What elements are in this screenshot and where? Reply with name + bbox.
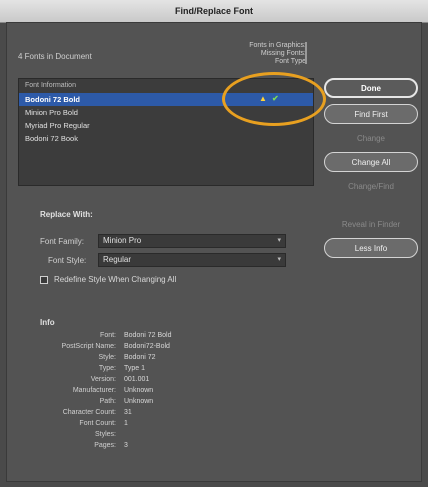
font-style-label: Font Style: (48, 256, 87, 265)
info-label: Font Count: (79, 420, 116, 427)
font-row[interactable]: Bodoni 72 Book (19, 132, 313, 145)
info-label: Pages: (94, 442, 116, 449)
done-button[interactable]: Done (324, 78, 418, 98)
less-info-button[interactable]: Less Info (324, 238, 418, 258)
info-label: PostScript Name: (61, 343, 116, 350)
info-label: Version: (90, 376, 116, 383)
info-row: Path: Unknown (0, 398, 416, 408)
column-header-missing: Missing Fonts: (260, 50, 306, 57)
font-style-select[interactable]: Regular ▾ (98, 253, 286, 267)
redefine-style-checkbox[interactable] (40, 276, 48, 284)
info-row: Manufacturer: Unknown (0, 387, 416, 397)
font-row-label: Bodoni 72 Book (25, 134, 78, 143)
info-label: Style: (98, 354, 116, 361)
font-family-select[interactable]: Minion Pro ▾ (98, 234, 286, 248)
info-row: Font Count: 1 (0, 420, 416, 430)
find-first-button[interactable]: Find First (324, 104, 418, 124)
info-value: 1 (124, 420, 128, 427)
columns-header: Fonts in Graphics: Missing Fonts: Font T… (214, 42, 306, 66)
info-row: Font: Bodoni 72 Bold (0, 332, 416, 342)
info-label: Type: (98, 365, 116, 372)
fonts-count-label: 4 Fonts in Document (18, 52, 92, 61)
info-row: Pages: 3 (0, 442, 416, 452)
font-family-label: Font Family: (40, 237, 85, 246)
info-row: Styles: (0, 431, 416, 441)
change-all-button[interactable]: Change All (324, 152, 418, 172)
info-row: Type: Type 1 (0, 365, 416, 375)
info-value: Bodoni 72 (124, 354, 156, 361)
info-value: Type 1 (124, 365, 146, 372)
info-label: Manufacturer: (72, 387, 116, 394)
info-value: 3 (124, 442, 128, 449)
chevron-down-icon: ▾ (277, 256, 281, 263)
info-label: Character Count: (62, 409, 116, 416)
info-label: Path: (99, 398, 116, 405)
font-row-label: Bodoni 72 Bold (25, 95, 80, 104)
font-family-value: Minion Pro (103, 236, 142, 245)
column-header-type: Font Type (274, 58, 306, 65)
chevron-down-icon: ▾ (277, 237, 281, 244)
replace-with-label: Replace With: (40, 210, 93, 219)
reveal-in-finder-button[interactable]: Reveal in Finder (324, 214, 418, 234)
info-value: 001.001 (124, 376, 150, 383)
redefine-style-label: Redefine Style When Changing All (54, 275, 177, 284)
change-button[interactable]: Change (324, 128, 418, 148)
info-title: Info (40, 318, 55, 327)
change-find-button[interactable]: Change/Find (324, 176, 418, 196)
font-style-value: Regular (103, 255, 132, 264)
window-title: Find/Replace Font (0, 0, 428, 23)
info-value: Unknown (124, 387, 154, 394)
font-row-label: Myriad Pro Regular (25, 121, 90, 130)
info-label: Font: (100, 332, 116, 339)
font-row-label: Minion Pro Bold (25, 108, 78, 117)
column-header-graphics: Fonts in Graphics: (249, 42, 306, 49)
info-row: PostScript Name: Bodoni72-Bold (0, 343, 416, 353)
info-label: Styles: (94, 431, 116, 438)
info-value: Bodoni72-Bold (124, 343, 170, 350)
column-divider (305, 42, 307, 64)
info-row: Version: 001.001 (0, 376, 416, 386)
info-row: Style: Bodoni 72 (0, 354, 416, 364)
info-value: 31 (124, 409, 132, 416)
info-value: Bodoni 72 Bold (124, 332, 172, 339)
highlight-annotation (222, 72, 326, 126)
info-row: Character Count: 31 (0, 409, 416, 419)
info-value: Unknown (124, 398, 154, 405)
